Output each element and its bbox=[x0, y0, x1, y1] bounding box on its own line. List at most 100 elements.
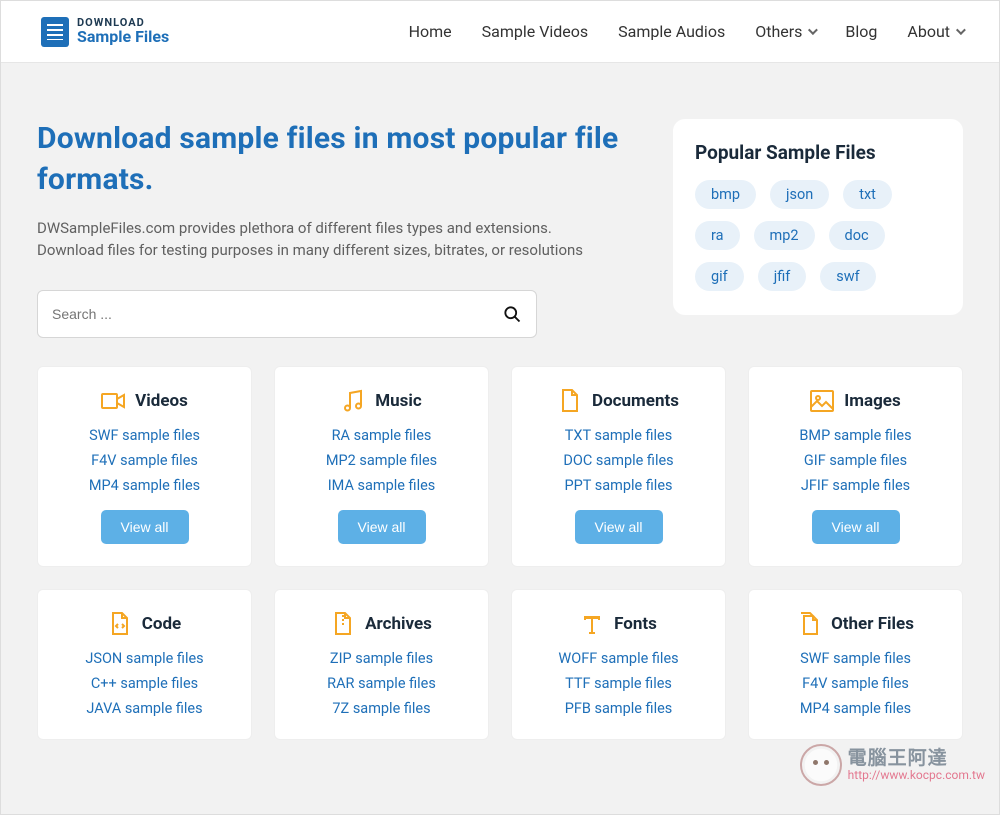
popular-tag-swf[interactable]: swf bbox=[820, 262, 875, 291]
sample-file-link[interactable]: JAVA sample files bbox=[48, 700, 241, 717]
sample-file-link[interactable]: MP2 sample files bbox=[285, 452, 478, 469]
chevron-down-icon bbox=[808, 25, 818, 35]
search-box[interactable] bbox=[37, 290, 537, 338]
category-card-videos: Videos SWF sample files F4V sample files MP… bbox=[37, 366, 252, 567]
watermark-title: 電腦王阿達 bbox=[848, 748, 985, 769]
nav-sample-audios[interactable]: Sample Audios bbox=[618, 22, 725, 41]
view-all-button[interactable]: View all bbox=[338, 510, 426, 544]
card-link-list: WOFF sample files TTF sample files PFB sam… bbox=[522, 650, 715, 717]
sample-file-link[interactable]: SWF sample files bbox=[48, 427, 241, 444]
sample-file-link[interactable]: BMP sample files bbox=[759, 427, 952, 444]
sample-file-link[interactable]: F4V sample files bbox=[759, 675, 952, 692]
site-logo[interactable]: DOWNLOAD Sample Files bbox=[41, 17, 169, 47]
nav-sample-videos[interactable]: Sample Videos bbox=[482, 22, 589, 41]
category-card-archives: Archives ZIP sample files RAR sample files… bbox=[274, 589, 489, 740]
page-subtitle: DWSampleFiles.com provides plethora of d… bbox=[37, 218, 597, 262]
sample-file-link[interactable]: 7Z sample files bbox=[285, 700, 478, 717]
category-card-music: Music RA sample files MP2 sample files IMA … bbox=[274, 366, 489, 567]
sample-file-link[interactable]: TXT sample files bbox=[522, 427, 715, 444]
search-icon[interactable] bbox=[502, 304, 522, 324]
card-link-list: SWF sample files F4V sample files MP4 samp… bbox=[48, 427, 241, 494]
hero-left: Download sample files in most popular fi… bbox=[37, 119, 643, 338]
sample-file-link[interactable]: SWF sample files bbox=[759, 650, 952, 667]
card-title: Code bbox=[142, 614, 181, 634]
card-header: Videos bbox=[48, 389, 241, 413]
sample-file-link[interactable]: MP4 sample files bbox=[759, 700, 952, 717]
popular-tag-mp2[interactable]: mp2 bbox=[754, 221, 815, 250]
popular-title: Popular Sample Files bbox=[695, 141, 941, 164]
logo-text: DOWNLOAD Sample Files bbox=[77, 17, 169, 45]
category-card-images: Images BMP sample files GIF sample files JF… bbox=[748, 366, 963, 567]
sample-file-link[interactable]: JSON sample files bbox=[48, 650, 241, 667]
view-all-button[interactable]: View all bbox=[812, 510, 900, 544]
popular-tag-bmp[interactable]: bmp bbox=[695, 180, 756, 209]
top-nav: DOWNLOAD Sample Files Home Sample Videos… bbox=[1, 1, 999, 63]
watermark-face-icon bbox=[800, 744, 842, 786]
sample-file-link[interactable]: F4V sample files bbox=[48, 452, 241, 469]
sample-file-link[interactable]: PPT sample files bbox=[522, 477, 715, 494]
sample-file-link[interactable]: WOFF sample files bbox=[522, 650, 715, 667]
view-all-button[interactable]: View all bbox=[101, 510, 189, 544]
card-header: Code bbox=[48, 612, 241, 636]
sample-file-link[interactable]: MP4 sample files bbox=[48, 477, 241, 494]
popular-tag-json[interactable]: json bbox=[770, 180, 829, 209]
nav-about-label: About bbox=[907, 22, 950, 41]
hero-section: Download sample files in most popular fi… bbox=[1, 63, 999, 338]
card-header: Images bbox=[759, 389, 952, 413]
card-title: Images bbox=[844, 391, 900, 411]
sample-file-link[interactable]: GIF sample files bbox=[759, 452, 952, 469]
card-link-list: ZIP sample files RAR sample files 7Z sampl… bbox=[285, 650, 478, 717]
popular-tag-list: bmpjsontxt ra mp2 doc gifjfifswf bbox=[695, 180, 941, 291]
card-header: Documents bbox=[522, 389, 715, 413]
search-input[interactable] bbox=[52, 306, 502, 322]
card-title: Documents bbox=[592, 391, 679, 411]
card-link-list: RA sample files MP2 sample files IMA sampl… bbox=[285, 427, 478, 494]
popular-tag-txt[interactable]: txt bbox=[843, 180, 892, 209]
category-card-other-files: Other Files SWF sample files F4V sample fi… bbox=[748, 589, 963, 740]
primary-nav: Home Sample Videos Sample Audios Others … bbox=[409, 22, 963, 41]
card-link-list: JSON sample files C++ sample files JAVA sa… bbox=[48, 650, 241, 717]
view-all-button[interactable]: View all bbox=[575, 510, 663, 544]
page-title: Download sample files in most popular fi… bbox=[37, 119, 643, 200]
card-header: Fonts bbox=[522, 612, 715, 636]
watermark-url: http://www.kocpc.com.tw bbox=[848, 769, 985, 782]
nav-blog[interactable]: Blog bbox=[845, 22, 877, 41]
sample-file-link[interactable]: JFIF sample files bbox=[759, 477, 952, 494]
sample-file-link[interactable]: C++ sample files bbox=[48, 675, 241, 692]
sample-file-link[interactable]: RAR sample files bbox=[285, 675, 478, 692]
card-header: Music bbox=[285, 389, 478, 413]
logo-line2: Sample Files bbox=[77, 29, 169, 46]
video-icon bbox=[101, 389, 125, 413]
sample-file-link[interactable]: PFB sample files bbox=[522, 700, 715, 717]
category-card-documents: Documents TXT sample files DOC sample file… bbox=[511, 366, 726, 567]
card-title: Other Files bbox=[831, 614, 914, 634]
sample-file-link[interactable]: RA sample files bbox=[285, 427, 478, 444]
nav-about[interactable]: About bbox=[907, 22, 963, 41]
popular-sample-files-card: Popular Sample Files bmpjsontxt ra mp2 doc g… bbox=[673, 119, 963, 315]
nav-others[interactable]: Others bbox=[755, 22, 815, 41]
popular-tag-ra[interactable]: ra bbox=[695, 221, 740, 250]
card-link-list: TXT sample files DOC sample files PPT samp… bbox=[522, 427, 715, 494]
nav-others-label: Others bbox=[755, 22, 802, 41]
category-grid: Videos SWF sample files F4V sample files MP… bbox=[1, 338, 999, 740]
card-header: Archives bbox=[285, 612, 478, 636]
chevron-down-icon bbox=[956, 25, 966, 35]
card-title: Videos bbox=[135, 391, 188, 411]
popular-tag-gif[interactable]: gif bbox=[695, 262, 744, 291]
font-icon bbox=[580, 612, 604, 636]
card-link-list: SWF sample files F4V sample files MP4 samp… bbox=[759, 650, 952, 717]
nav-home[interactable]: Home bbox=[409, 22, 452, 41]
popular-tag-doc[interactable]: doc bbox=[829, 221, 885, 250]
card-title: Fonts bbox=[614, 614, 657, 634]
image-icon bbox=[810, 389, 834, 413]
sample-file-link[interactable]: TTF sample files bbox=[522, 675, 715, 692]
watermark-text: 電腦王阿達 http://www.kocpc.com.tw bbox=[848, 748, 985, 782]
popular-tag-jfif[interactable]: jfif bbox=[758, 262, 807, 291]
music-icon bbox=[341, 389, 365, 413]
sample-file-link[interactable]: DOC sample files bbox=[522, 452, 715, 469]
archive-icon bbox=[331, 612, 355, 636]
card-title: Music bbox=[375, 391, 422, 411]
sample-file-link[interactable]: ZIP sample files bbox=[285, 650, 478, 667]
sample-file-link[interactable]: IMA sample files bbox=[285, 477, 478, 494]
document-icon bbox=[558, 389, 582, 413]
